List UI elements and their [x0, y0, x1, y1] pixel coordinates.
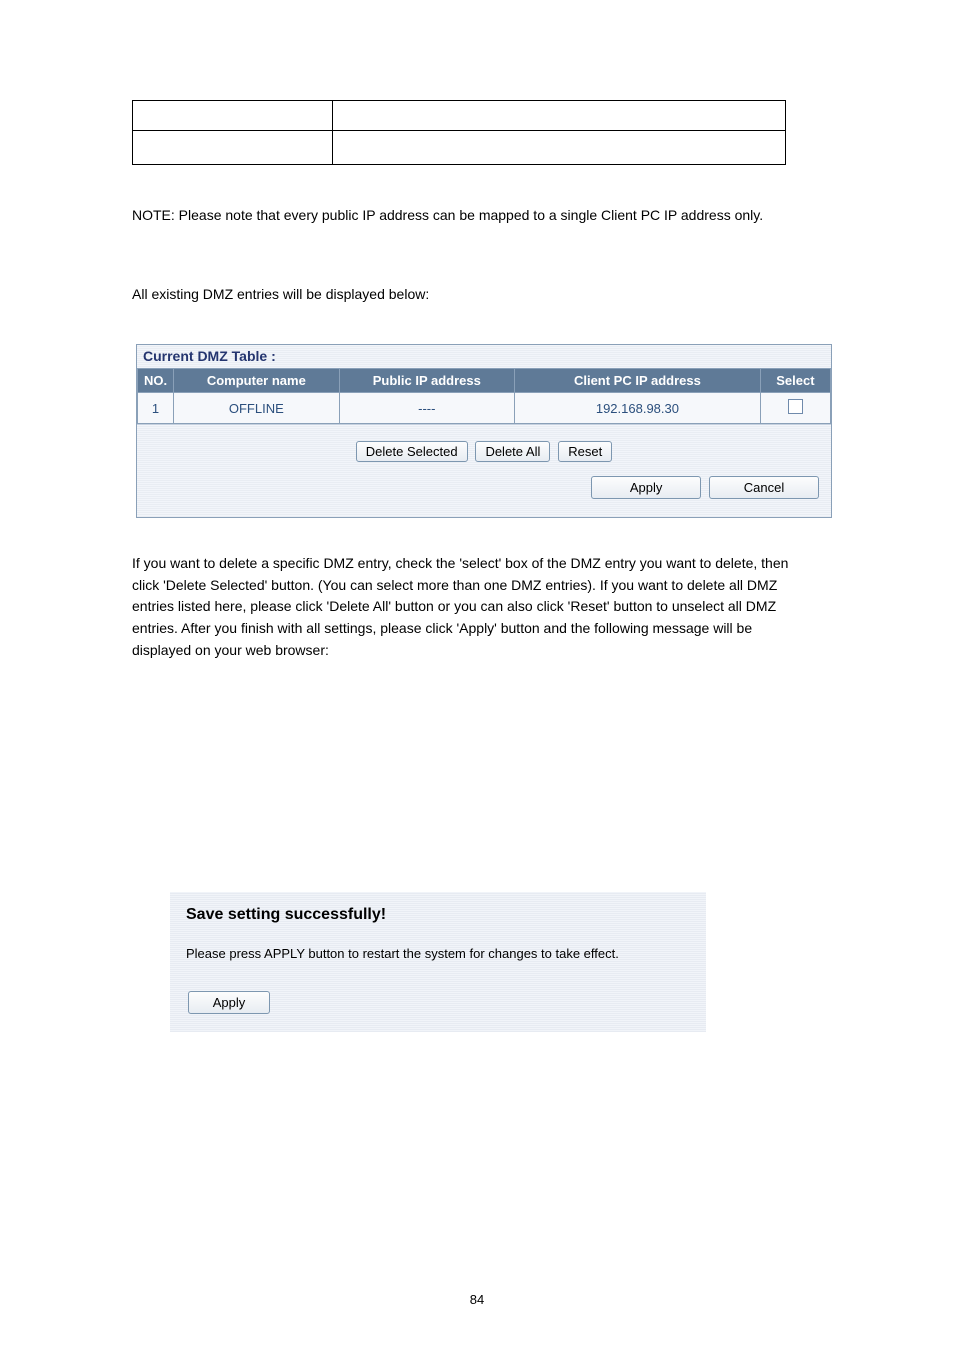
- top-table-r1c1: [133, 101, 333, 131]
- page-number: 84: [0, 1292, 954, 1307]
- top-reference-table: [132, 100, 786, 165]
- dmz-row-checkbox[interactable]: [788, 399, 803, 414]
- cancel-button[interactable]: Cancel: [709, 476, 819, 499]
- dmz-td-cli: 192.168.98.30: [515, 393, 761, 424]
- save-apply-button[interactable]: Apply: [188, 991, 270, 1014]
- save-panel: Save setting successfully! Please press …: [170, 892, 706, 1032]
- dmz-th-no: NO.: [138, 369, 174, 393]
- reset-button[interactable]: Reset: [558, 441, 612, 462]
- dmz-td-sel: [760, 393, 830, 424]
- intro-text: All existing DMZ entries will be display…: [132, 284, 792, 306]
- dmz-table-header-row: NO. Computer name Public IP address Clie…: [138, 369, 831, 393]
- top-table-r2c2: [333, 131, 786, 165]
- delete-all-button[interactable]: Delete All: [475, 441, 550, 462]
- dmz-td-no: 1: [138, 393, 174, 424]
- dmz-panel-title: Current DMZ Table :: [137, 345, 831, 369]
- dmz-apply-row: Apply Cancel: [137, 470, 831, 517]
- dmz-td-pub: ----: [339, 393, 515, 424]
- save-title: Save setting successfully!: [186, 906, 690, 924]
- dmz-th-sel: Select: [760, 369, 830, 393]
- top-table-r2c1: [133, 131, 333, 165]
- dmz-th-name: Computer name: [174, 369, 339, 393]
- dmz-td-name: OFFLINE: [174, 393, 339, 424]
- dmz-panel: Current DMZ Table : NO. Computer name Pu…: [136, 344, 832, 518]
- save-message: Please press APPLY button to restart the…: [186, 946, 690, 961]
- dmz-action-row: Delete Selected Delete All Reset: [137, 424, 831, 470]
- note-text: NOTE: Please note that every public IP a…: [132, 205, 792, 227]
- top-table-r1c2: [333, 101, 786, 131]
- dmz-th-pub: Public IP address: [339, 369, 515, 393]
- instructions-text: If you want to delete a specific DMZ ent…: [132, 553, 792, 661]
- dmz-table-row: 1 OFFLINE ---- 192.168.98.30: [138, 393, 831, 424]
- dmz-table: NO. Computer name Public IP address Clie…: [137, 369, 831, 424]
- apply-button[interactable]: Apply: [591, 476, 701, 499]
- dmz-th-cli: Client PC IP address: [515, 369, 761, 393]
- delete-selected-button[interactable]: Delete Selected: [356, 441, 468, 462]
